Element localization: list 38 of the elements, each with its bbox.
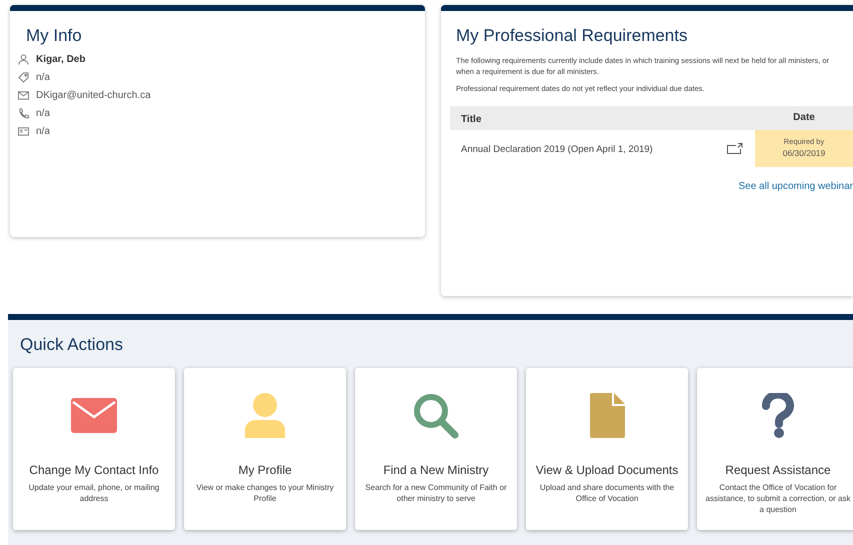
question-mark-icon bbox=[762, 393, 794, 438]
info-text: Kigar, Deb bbox=[36, 52, 86, 66]
info-text: n/a bbox=[36, 124, 50, 138]
tile-title: My Profile bbox=[238, 462, 292, 478]
person-icon bbox=[245, 393, 285, 438]
table-cell: Annual Declaration 2019 (Open April 1, 2019) bbox=[461, 144, 653, 155]
card-title: My Professional Requirements bbox=[456, 25, 688, 47]
envelope-icon bbox=[71, 398, 117, 433]
action-tile[interactable]: View & Upload Documents Upload and share documents with the Office of Vocation bbox=[526, 368, 688, 530]
tile-title: Change My Contact Info bbox=[29, 462, 159, 478]
tile-description: Update your email, phone, or mailing address bbox=[28, 482, 160, 504]
info-text: DKigar@united-church.ca bbox=[36, 88, 151, 102]
search-icon bbox=[413, 392, 459, 438]
external-link-icon[interactable] bbox=[727, 142, 743, 154]
tile-title: Request Assistance bbox=[725, 462, 831, 478]
column-header: Title bbox=[461, 114, 482, 124]
id-card-icon bbox=[18, 126, 29, 136]
section-title: Quick Actions bbox=[20, 334, 123, 356]
action-tile[interactable]: My Profile View or make changes to your Ministry Profile bbox=[184, 368, 346, 530]
tile-description: Search for a new Community of Faith or other ministry to serve bbox=[364, 482, 508, 504]
column-header: Date bbox=[793, 111, 815, 125]
tile-description: Upload and share documents with the Office of Vocation bbox=[538, 482, 676, 504]
tile-title: Find a New Ministry bbox=[383, 462, 489, 478]
action-tile[interactable]: Find a New Ministry Search for a new Community of Faith or other ministry to serve bbox=[355, 368, 517, 530]
tile-description: View or make changes to your Ministry Profile bbox=[195, 482, 335, 504]
mail-icon bbox=[18, 90, 29, 100]
person-icon bbox=[18, 54, 29, 64]
tag-icon bbox=[18, 72, 29, 82]
action-tile[interactable]: Request Assistance Contact the Office of Vocation for assistance, to submit a correction, or ask a question bbox=[697, 368, 853, 530]
tile-description: Contact the Office of Vocation for assistance, to submit a correction, or ask a question bbox=[704, 482, 852, 514]
info-text: n/a bbox=[36, 70, 50, 84]
phone-icon bbox=[18, 108, 29, 118]
document-icon bbox=[590, 393, 624, 438]
card-title: My Info bbox=[26, 25, 82, 47]
tile-title: View & Upload Documents bbox=[536, 462, 678, 478]
action-tile[interactable]: Change My Contact Info Update your email, phone, or mailing address bbox=[13, 368, 175, 530]
info-text: n/a bbox=[36, 106, 50, 120]
webinars-link[interactable]: See all upcoming webinar bbox=[738, 178, 853, 194]
